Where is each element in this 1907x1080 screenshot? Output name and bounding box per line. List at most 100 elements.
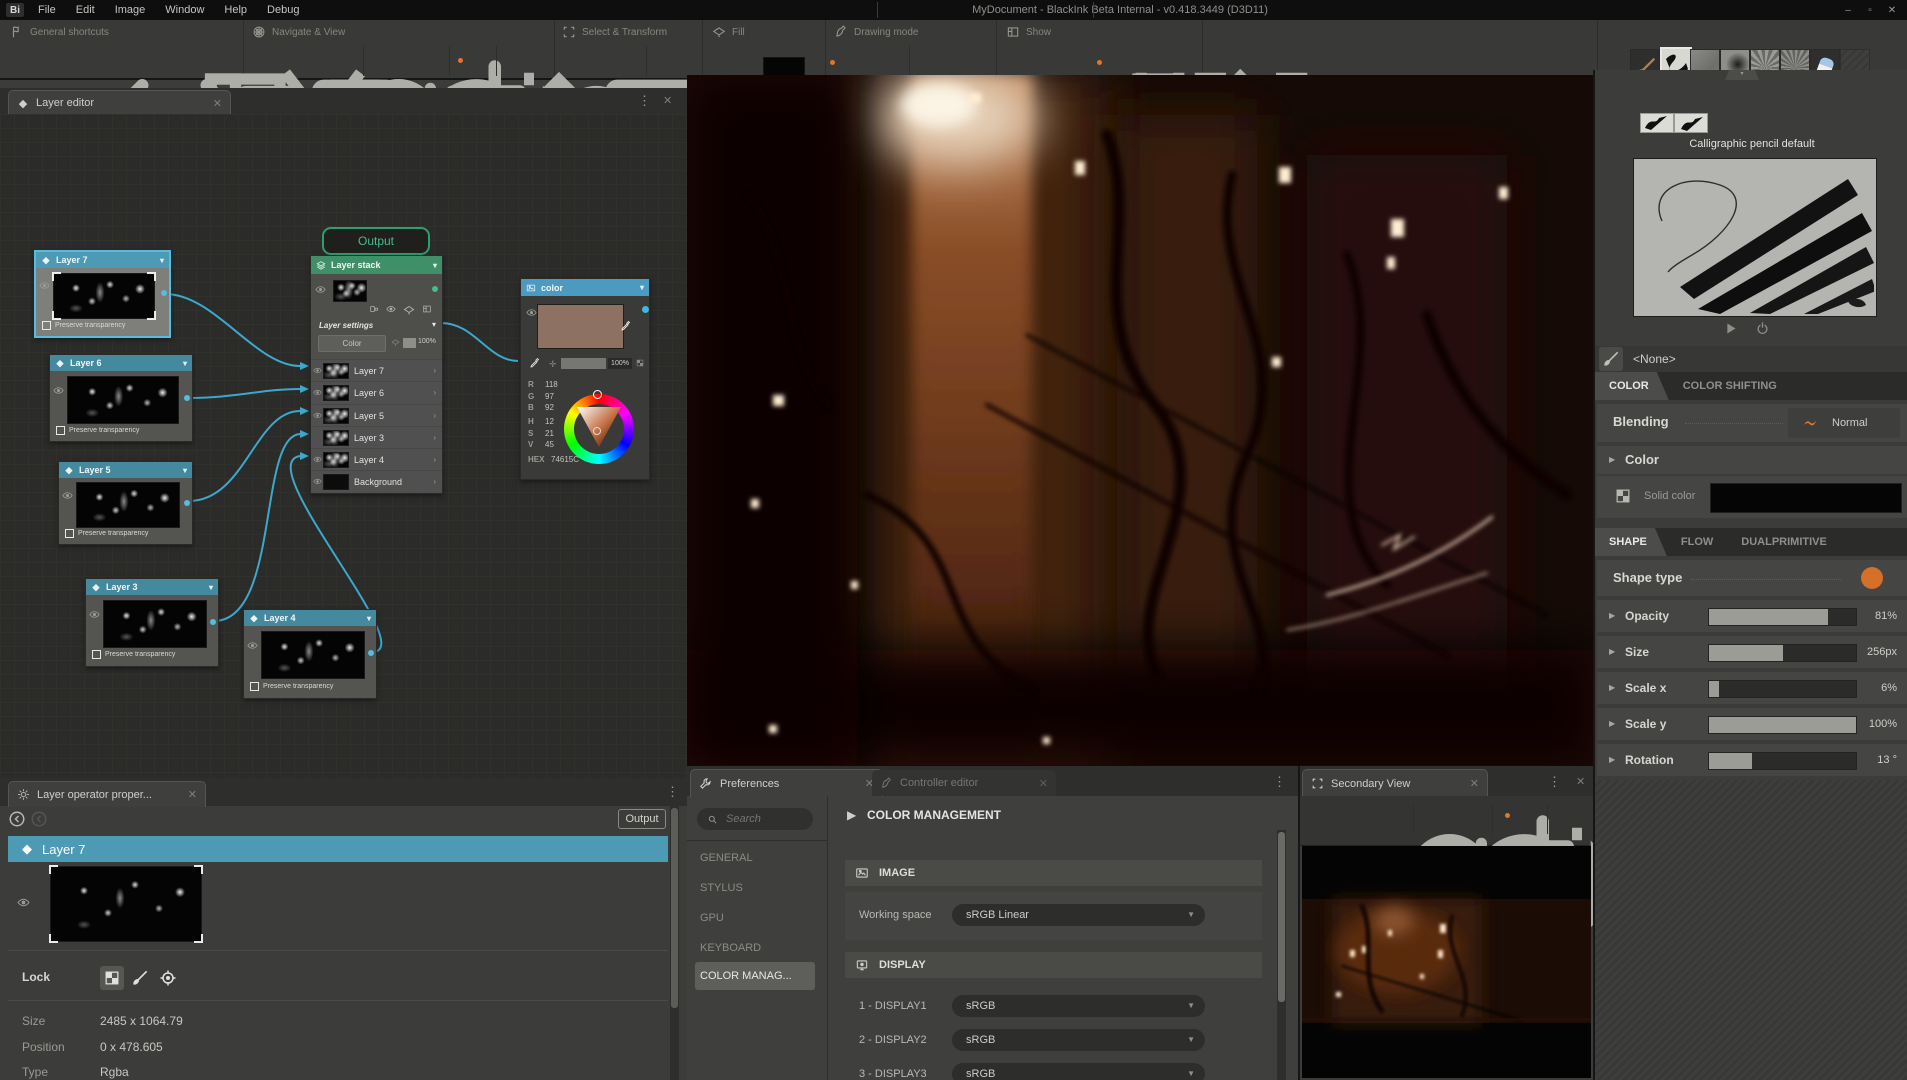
rotate-view-button[interactable] [1374,809,1396,831]
layers-toggle-button[interactable] [1071,54,1093,76]
node-graph[interactable]: Output ◆Layer 7▾ Preserve transparency ◆… [0,114,689,778]
color-group-row[interactable]: ▶ Color [1597,446,1907,474]
eye-icon[interactable] [526,307,537,318]
scrollbar-thumb[interactable] [1278,832,1285,1002]
selected-layer-header[interactable]: ◆ Layer 7 [8,836,668,862]
panel-close-icon[interactable]: ✕ [1576,775,1585,788]
plug-toggle-button[interactable] [1010,54,1032,76]
menu-file[interactable]: File [28,0,66,20]
size-slider[interactable] [1708,644,1857,662]
eye-icon[interactable] [89,609,100,620]
layer-thumbnail[interactable] [67,376,179,424]
panel-menu-icon[interactable]: ⋮ [638,93,651,109]
rotate-zoom-button[interactable] [462,54,484,76]
tab-controller-editor[interactable]: Controller editor ✕ [872,770,1056,796]
back-button[interactable] [8,810,26,828]
cut-button[interactable] [173,54,195,76]
sidebar-item-color-management[interactable]: COLOR MANAG... [695,962,815,990]
expand-arrow-icon[interactable]: ▶ [1609,708,1615,740]
menu-window[interactable]: Window [155,0,214,20]
eye-icon[interactable] [315,284,326,295]
reset-preview-button[interactable] [1755,321,1770,336]
node-layer-6[interactable]: ◆Layer 6▾ Preserve transparency [49,354,193,442]
scale-x-slider[interactable] [1708,680,1857,698]
panel-menu-icon[interactable]: ⋮ [666,784,679,800]
fit-screen-button[interactable] [511,54,533,76]
dup-icon[interactable] [369,304,379,314]
fit-screen-button[interactable] [1561,809,1583,831]
redo-button[interactable] [38,54,60,76]
layer-thumbnail[interactable] [103,600,207,648]
node-layer-5[interactable]: ◆Layer 5▾ Preserve transparency [58,461,193,545]
pan-hand-button[interactable] [1342,809,1364,831]
fill-tool-button[interactable] [727,54,749,76]
menu-help[interactable]: Help [214,0,257,20]
node-layer-7[interactable]: ◆Layer 7▾ Preserve transparency [34,250,171,338]
crop-button[interactable] [659,54,681,76]
panel-menu-icon[interactable]: ⋮ [1548,774,1561,790]
copy-button[interactable] [105,54,127,76]
lock-alpha-button[interactable] [100,966,124,990]
current-color-swatch[interactable] [537,304,624,349]
output-port[interactable] [184,500,190,506]
stack-row-background[interactable]: Background› [311,470,442,492]
pan-hand-button[interactable] [291,54,313,76]
zoom-tool-button[interactable] [1309,809,1331,831]
swatch-small-icon[interactable] [635,358,645,368]
maximize-button[interactable]: ▫ [1862,2,1878,18]
layer-thumbnail[interactable] [53,273,155,319]
output-port[interactable] [368,650,374,656]
zoom-tool-button[interactable] [258,54,280,76]
paste-button[interactable] [205,54,227,76]
scrollbar-thumb[interactable] [671,808,678,1008]
collapse-icon[interactable]: ▾ [432,320,436,329]
sidebar-item-keyboard[interactable]: KEYBOARD [700,936,815,960]
eye-icon[interactable] [39,280,50,291]
scrollbar-track[interactable] [1277,830,1286,1080]
brush-variant-thumb-1[interactable] [1640,113,1674,133]
flip-vertical-button[interactable] [409,54,431,76]
layer-thumbnail[interactable] [76,482,180,528]
eye-icon[interactable] [62,490,73,501]
scale-y-slider[interactable] [1708,716,1857,734]
lazy-loop-button[interactable] [834,54,856,76]
mirror-angle-button[interactable] [959,54,981,76]
output-port[interactable] [161,290,167,296]
sidebar-item-general[interactable]: GENERAL [700,846,815,870]
tab-flow[interactable]: FLOW [1667,528,1727,556]
play-preview-button[interactable] [1723,321,1738,336]
output-port[interactable] [210,619,216,625]
window-icon[interactable] [422,304,432,314]
color-mode-button[interactable]: Color [318,335,386,352]
display2-dropdown[interactable]: sRGB▼ [952,1029,1205,1051]
preserve-transparency-checkbox[interactable]: Preserve transparency [250,682,333,691]
opacity-slider[interactable] [1708,608,1857,626]
menu-image[interactable]: Image [105,0,156,20]
panel-close-icon[interactable]: ✕ [663,94,672,107]
solid-color-swatch[interactable] [1710,483,1902,513]
layer-thumbnail[interactable] [261,631,365,679]
tab-layer-operator-properties[interactable]: Layer operator proper... ✕ [8,781,206,807]
lock-position-button[interactable] [156,966,180,990]
close-tab-icon[interactable]: ✕ [1039,777,1048,790]
expand-arrow-icon[interactable]: ▶ [1609,600,1615,632]
eyedropper-icon[interactable] [529,357,541,369]
tab-secondary-view[interactable]: Secondary View ✕ [1302,769,1488,797]
expand-arrow-icon[interactable]: ▶ [1609,744,1615,776]
display1-dropdown[interactable]: sRGB▼ [952,995,1205,1017]
controller-none-row[interactable]: <None> [1595,346,1907,373]
stack-row-layer-4[interactable]: Layer 4› [311,448,442,470]
expand-arrow-icon[interactable]: ▶ [1609,672,1615,704]
rotation-slider[interactable] [1708,752,1857,770]
brush-grid-toggle-button[interactable] [1038,54,1060,76]
undo-button[interactable] [11,54,33,76]
tab-preferences[interactable]: Preferences ✕ [690,769,883,797]
node-layer-4[interactable]: ◆Layer 4▾ Preserve transparency [243,609,377,699]
flip-horizontal-button[interactable] [379,54,401,76]
node-layer-3[interactable]: ◆Layer 3▾ Preserve transparency [85,578,219,667]
tab-shape[interactable]: SHAPE [1595,528,1667,556]
node-color[interactable]: color▾ ✛ 100% RGB 1189792 HSV 122145 H [520,278,650,480]
eyedropper-icon[interactable] [620,320,632,332]
delete-button[interactable] [73,54,95,76]
eye-icon[interactable] [53,385,64,396]
